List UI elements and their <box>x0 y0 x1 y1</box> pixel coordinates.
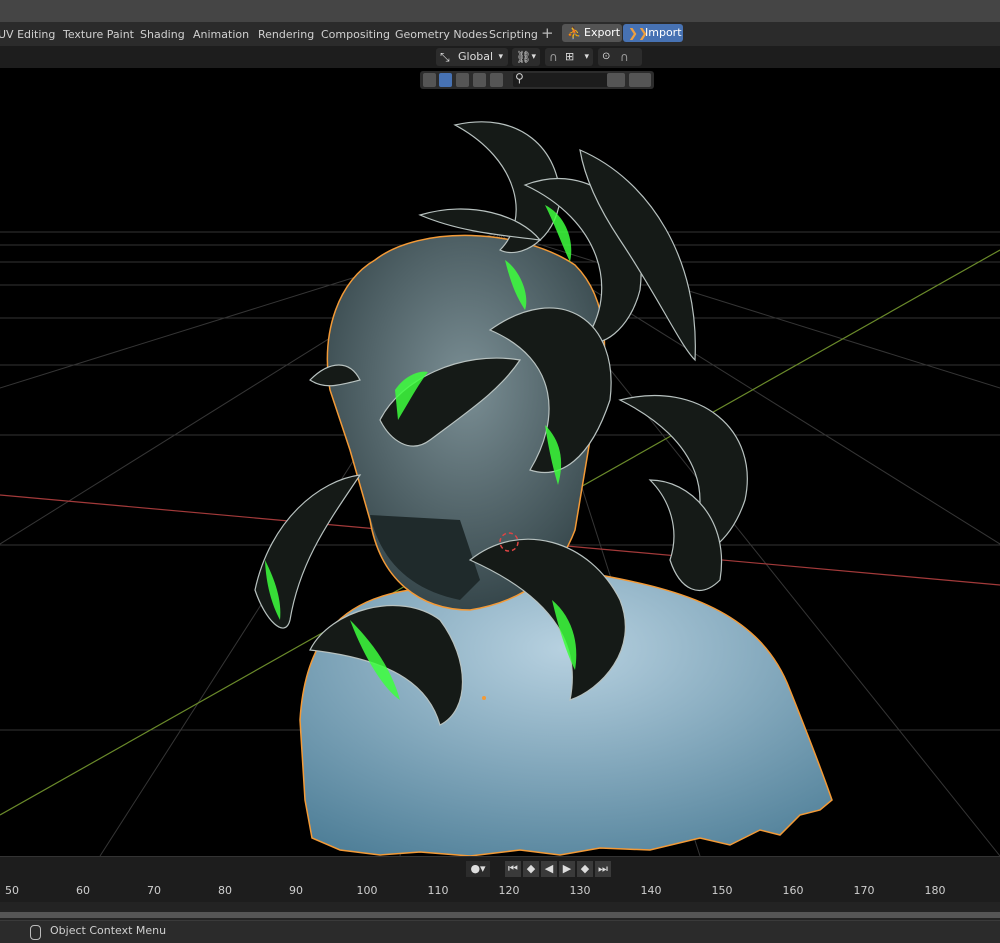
origin-dot <box>482 696 486 700</box>
orientation-icon: ⤡ <box>440 50 450 64</box>
viewport-shading-bar: ⚲ <box>420 71 654 89</box>
chevron-down-icon: ▾ <box>584 52 589 62</box>
tab-geometry-nodes[interactable]: Geometry Nodes <box>395 25 488 45</box>
frame-label: 60 <box>76 884 90 897</box>
solid-shading-icon[interactable] <box>439 73 452 87</box>
frame-label: 140 <box>640 884 662 897</box>
add-workspace-button[interactable]: + <box>541 24 554 42</box>
tab-animation[interactable]: Animation <box>193 25 249 45</box>
3d-viewport[interactable] <box>0 68 1000 856</box>
play-icon[interactable]: ▶ <box>559 861 575 877</box>
workspace-tabs-bar: UV Editing Texture Paint Shading Animati… <box>0 22 1000 46</box>
gizmo-dropdown[interactable] <box>629 73 651 87</box>
jump-end-icon[interactable]: ⏭ <box>595 861 611 877</box>
tab-uv-editing[interactable]: UV Editing <box>0 25 55 45</box>
overlay-dropdown[interactable] <box>607 73 625 87</box>
export-icon: ⛹ <box>567 26 582 40</box>
falloff-icon: ∩ <box>620 50 629 64</box>
snap-dropdown[interactable]: ∩ ⊞ ▾ <box>545 48 593 66</box>
frame-label: 120 <box>498 884 520 897</box>
jump-start-icon[interactable]: ⏮ <box>505 861 521 877</box>
frame-label: 180 <box>924 884 946 897</box>
chevron-down-icon: ▾ <box>498 52 503 62</box>
search-icon: ⚲ <box>515 71 524 85</box>
frame-label: 100 <box>356 884 378 897</box>
rendered-shading-icon[interactable] <box>473 73 486 87</box>
magnet-icon: ∩ <box>549 50 558 64</box>
material-preview-icon[interactable] <box>456 73 469 87</box>
timeline-ruler[interactable]: 50 60 70 80 90 100 110 120 130 140 150 1… <box>0 882 1000 902</box>
wireframe-shading-icon[interactable] <box>423 73 436 87</box>
context-menu-hint: Object Context Menu <box>50 924 167 937</box>
frame-label: 110 <box>427 884 449 897</box>
link-icon: ⛓ <box>516 50 532 64</box>
chevron-down-icon: ▾ <box>531 52 536 62</box>
mouse-right-click-icon <box>30 925 41 940</box>
next-keyframe-icon[interactable]: ◆ <box>577 861 593 877</box>
top-menu-bar <box>0 0 1000 22</box>
export-button[interactable]: ⛹ Export <box>562 24 622 42</box>
play-reverse-icon[interactable]: ◀ <box>541 861 557 877</box>
playback-controls: ●▾ ⏮ ◆ ◀ ▶ ◆ ⏭ <box>0 856 1000 883</box>
import-button[interactable]: ❯❯ Import <box>623 24 683 42</box>
export-label: Export <box>584 26 621 39</box>
frame-label: 50 <box>5 884 19 897</box>
proportional-icon: ⊙ <box>602 51 611 62</box>
frame-label: 150 <box>711 884 733 897</box>
frame-label: 160 <box>782 884 804 897</box>
orientation-label: Global <box>458 50 494 63</box>
tab-shading[interactable]: Shading <box>140 25 185 45</box>
import-label: Import <box>645 26 682 39</box>
frame-label: 170 <box>853 884 875 897</box>
tab-compositing[interactable]: Compositing <box>321 25 390 45</box>
keyframe-record-button[interactable]: ●▾ <box>466 861 490 877</box>
timeline-scrollbar[interactable] <box>0 912 1000 918</box>
brush-icon[interactable] <box>490 73 503 87</box>
frame-label: 70 <box>147 884 161 897</box>
proportional-edit-dropdown[interactable]: ⊙ ∩ <box>598 48 642 66</box>
frame-label: 130 <box>569 884 591 897</box>
tab-scripting[interactable]: Scripting <box>489 25 538 45</box>
tab-texture-paint[interactable]: Texture Paint <box>63 25 134 45</box>
scene-view <box>0 121 1000 856</box>
viewport-header: ⤡ Global ▾ ⛓ ▾ ∩ ⊞ ▾ ⊙ ∩ <box>0 46 1000 68</box>
snap-grid-icon: ⊞ <box>565 50 575 63</box>
status-bar: Object Context Menu <box>0 920 1000 943</box>
transform-orientation-dropdown[interactable]: ⤡ Global ▾ <box>436 48 508 66</box>
pivot-point-dropdown[interactable]: ⛓ ▾ <box>512 48 540 66</box>
frame-label: 80 <box>218 884 232 897</box>
prev-keyframe-icon[interactable]: ◆ <box>523 861 539 877</box>
tab-rendering[interactable]: Rendering <box>258 25 314 45</box>
frame-label: 90 <box>289 884 303 897</box>
